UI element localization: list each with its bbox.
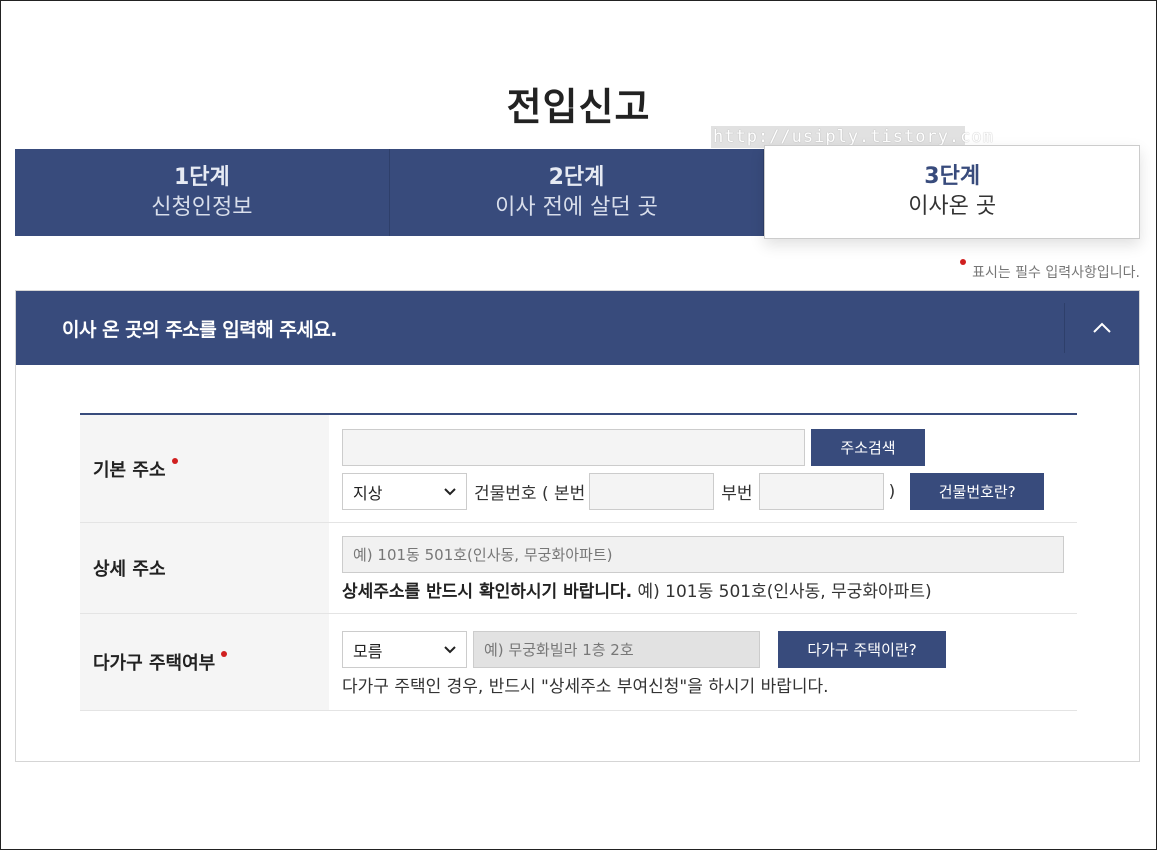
multi-household-info-button[interactable]: 다가구 주택이란?	[778, 631, 946, 668]
step-2-tab[interactable]: 2단계 이사 전에 살던 곳	[389, 149, 765, 236]
chevron-down-icon	[444, 487, 456, 495]
step-label: 이사온 곳	[908, 194, 997, 219]
collapse-toggle-button[interactable]	[1064, 303, 1139, 353]
detail-address-label-cell: 상세 주소	[80, 523, 329, 613]
address-search-line: 주소검색	[342, 429, 1077, 466]
detail-address-cell: 상세주소를 반드시 확인하시기 바랍니다. 예) 101동 501호(인사동, …	[329, 523, 1077, 613]
required-note-text: 표시는 필수 입력사항입니다.	[972, 265, 1140, 281]
section-header: 이사 온 곳의 주소를 입력해 주세요.	[16, 291, 1139, 365]
building-number-label: 건물번호 ( 본번	[474, 484, 586, 504]
multi-household-label-cell: 다가구 주택여부	[80, 614, 329, 710]
step-1-tab[interactable]: 1단계 신청인정보	[15, 149, 390, 236]
multi-household-line: 모름 다가구 주택이란?	[342, 631, 1077, 668]
multi-household-value: 모름	[353, 641, 383, 661]
required-note: 표시는 필수 입력사항입니다.	[960, 259, 1140, 282]
building-main-number-input[interactable]	[589, 473, 715, 510]
required-dot-icon	[221, 651, 228, 657]
step-label: 이사 전에 살던 곳	[495, 194, 658, 220]
building-number-line: 지상 건물번호 ( 본번 부번 ) 건물번호란?	[342, 473, 1077, 510]
detail-address-label: 상세 주소	[93, 559, 166, 580]
step-3-tab[interactable]: 3단계 이사온 곳	[764, 145, 1141, 239]
detail-address-help-bold: 상세주소를 반드시 확인하시기 바랍니다.	[342, 582, 633, 602]
basic-address-label: 기본 주소	[93, 459, 166, 481]
step-tabs: 1단계 신청인정보 2단계 이사 전에 살던 곳 3단계 이사온 곳	[15, 145, 1141, 239]
basic-address-cell: 주소검색 지상 건물번호 ( 본번 부번 ) 건물번호란?	[329, 415, 1077, 522]
required-dot-icon	[960, 259, 967, 265]
building-number-info-button[interactable]: 건물번호란?	[910, 473, 1045, 510]
detail-address-input[interactable]	[342, 536, 1064, 573]
multi-household-detail-input[interactable]	[473, 631, 760, 668]
land-type-select[interactable]: 지상	[342, 473, 467, 510]
step-number: 2단계	[548, 164, 605, 190]
required-dot-icon	[171, 457, 178, 464]
address-form: 기본 주소 주소검색 지상 건물번호 ( 본번 부번 ) 건물번호란? 상세 주…	[80, 413, 1077, 711]
building-sub-number-input[interactable]	[758, 473, 884, 510]
section-title: 이사 온 곳의 주소를 입력해 주세요.	[62, 318, 338, 341]
multi-household-cell: 모름 다가구 주택이란? 다가구 주택인 경우, 반드시 "상세주소 부여신청"…	[329, 614, 1077, 710]
detail-address-help-example: 예) 101동 501호(인사동, 무궁화아파트)	[632, 582, 932, 602]
step-number: 1단계	[173, 164, 230, 190]
address-search-button[interactable]: 주소검색	[811, 429, 925, 466]
land-type-value: 지상	[353, 483, 383, 503]
page-title: 전입신고	[506, 85, 651, 129]
multi-household-help: 다가구 주택인 경우, 반드시 "상세주소 부여신청"을 하시기 바랍니다.	[342, 677, 829, 697]
step-label: 신청인정보	[151, 194, 253, 220]
multi-household-label: 다가구 주택여부	[93, 653, 216, 674]
sub-number-label: 부번	[721, 484, 753, 504]
multi-household-select[interactable]: 모름	[342, 631, 467, 668]
detail-address-help: 상세주소를 반드시 확인하시기 바랍니다. 예) 101동 501호(인사동, …	[342, 577, 1077, 602]
step-number: 3단계	[924, 164, 981, 189]
multi-household-row: 다가구 주택여부 모름 다가구 주택이란? 다가구 주택인 경우, 반드시 "상…	[80, 614, 1077, 711]
chevron-down-icon	[444, 645, 456, 653]
basic-address-row: 기본 주소 주소검색 지상 건물번호 ( 본번 부번 ) 건물번호란?	[80, 415, 1077, 523]
close-paren: )	[888, 481, 896, 502]
address-section: 이사 온 곳의 주소를 입력해 주세요. 기본 주소 주소검색 지상 건물번호 …	[15, 290, 1140, 762]
basic-address-input[interactable]	[342, 429, 805, 466]
basic-address-label-cell: 기본 주소	[80, 415, 329, 522]
chevron-up-icon	[1093, 322, 1111, 333]
detail-address-row: 상세 주소 상세주소를 반드시 확인하시기 바랍니다. 예) 101동 501호…	[80, 523, 1077, 614]
